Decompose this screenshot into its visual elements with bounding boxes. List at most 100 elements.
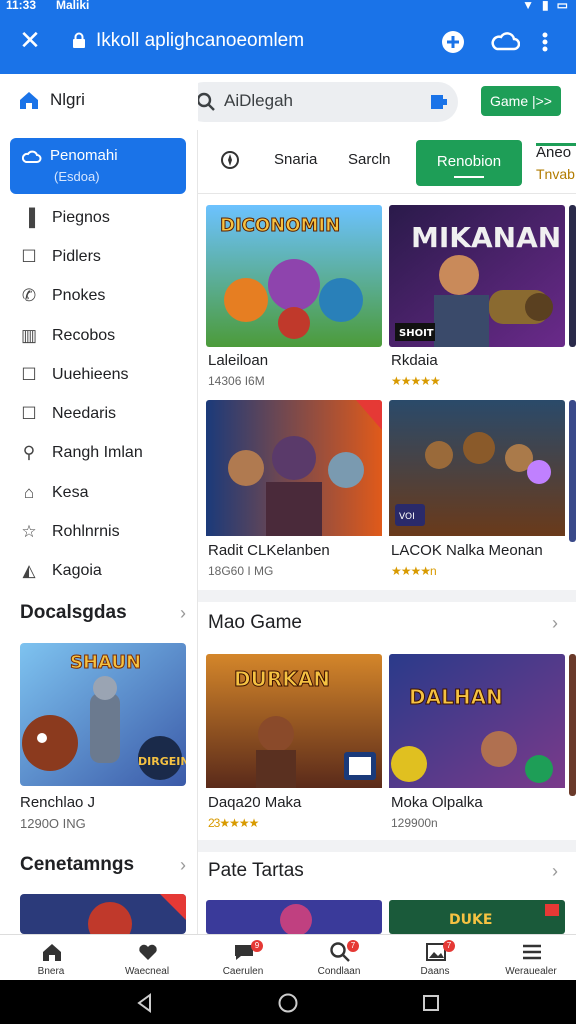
recents-icon[interactable] xyxy=(420,992,442,1014)
game-thumbnail[interactable] xyxy=(569,654,576,796)
tab-active[interactable]: Renobion xyxy=(416,140,522,186)
nav-label: Daans xyxy=(420,966,450,977)
search-icon xyxy=(196,92,215,111)
url-text[interactable]: Ikkoll aplighcanoeomlem xyxy=(96,30,304,52)
game-title[interactable]: Rkdaia xyxy=(391,352,438,369)
nav-item-favorites[interactable]: Waecneal xyxy=(99,935,195,981)
game-title[interactable]: Renchlao J xyxy=(20,794,95,811)
sidebar-header[interactable]: Nlgri xyxy=(18,90,85,110)
search-bar[interactable]: AiDlegah xyxy=(184,82,458,122)
game-thumbnail[interactable]: SHAUN DIRGEIN xyxy=(20,643,186,786)
sidebar-item-label: Rangh Imlan xyxy=(52,444,143,462)
tab-more[interactable]: Aneo Tnvab xyxy=(532,140,576,186)
game-thumbnail[interactable] xyxy=(206,400,382,542)
sidebar-item[interactable]: ✆ Pnokes xyxy=(0,277,198,316)
sidebar-section-header[interactable]: Docalsgdas › xyxy=(20,602,186,624)
nav-item-home[interactable]: Bnera xyxy=(3,935,99,981)
tab-sarcln[interactable]: Sarcln xyxy=(348,151,391,168)
nav-item-images[interactable]: 7 Daans xyxy=(387,935,483,981)
home-button-icon[interactable] xyxy=(277,992,299,1014)
nav-item-menu[interactable]: Werauealer xyxy=(483,935,576,981)
game-thumbnail[interactable] xyxy=(569,400,576,542)
close-icon[interactable]: ✕ xyxy=(16,26,44,54)
compass-icon[interactable] xyxy=(220,150,240,170)
svg-text:DALHAN: DALHAN xyxy=(409,685,503,709)
game-thumbnail[interactable]: DURKAN xyxy=(206,654,382,796)
notification-badge: 9 xyxy=(251,940,263,952)
home-icon xyxy=(43,944,61,961)
nav-item-chat[interactable]: 9 Caerulen xyxy=(195,935,291,981)
trash-icon: ▥ xyxy=(20,325,38,345)
sidebar-item[interactable]: ▥ Recobos xyxy=(0,316,198,355)
chevron-right-icon: › xyxy=(180,854,186,875)
nav-item-search[interactable]: 7 Condlaan xyxy=(291,935,387,981)
tab-label: Renobion xyxy=(436,153,502,170)
sidebar-item[interactable]: ☐ Pidlers xyxy=(0,237,198,276)
bookmark-icon[interactable] xyxy=(430,93,448,111)
sidebar-header-label: Nlgri xyxy=(50,90,85,109)
game-art-image: DUKE xyxy=(389,900,565,934)
game-thumbnail[interactable]: VOI xyxy=(389,400,565,542)
sidebar-section-header[interactable]: Cenetamngs › xyxy=(20,854,186,876)
cloud-icon[interactable] xyxy=(490,28,520,56)
search-input[interactable]: AiDlegah xyxy=(224,91,293,111)
sidebar-item-label: Kagoia xyxy=(52,562,102,580)
game-thumbnail[interactable] xyxy=(569,205,576,347)
game-title[interactable]: Moka Olpalka xyxy=(391,794,483,811)
game-thumbnail[interactable]: DUKE xyxy=(389,900,565,934)
square-icon: ☐ xyxy=(21,246,37,266)
svg-text:DURKAN: DURKAN xyxy=(234,667,330,691)
sidebar-item-label: Pnokes xyxy=(52,287,106,305)
nav-label: Condlaan xyxy=(317,966,361,977)
system-navigation-bar xyxy=(0,980,576,1024)
book-icon: ▐ xyxy=(22,207,36,227)
home-icon: ⌂ xyxy=(23,482,35,502)
game-subtitle: 1290O ING xyxy=(20,816,86,831)
sidebar-item-sublabel: (Esdoa) xyxy=(54,169,100,184)
game-subtitle: 18G60 I MG xyxy=(208,564,274,578)
sidebar-list: ▐ Piegnos ☐ Pidlers ✆ Pnokes ▥ Recobos ☐ Uueh… xyxy=(0,198,198,591)
chevron-right-icon: › xyxy=(552,860,558,881)
tab-label: Tnvab xyxy=(536,166,575,182)
sidebar-item[interactable]: ☆ Rohlnrnis xyxy=(0,512,198,551)
svg-text:VOI: VOI xyxy=(399,512,415,522)
game-title[interactable]: LACOK Nalka Meonan xyxy=(391,542,543,559)
chevron-right-icon: › xyxy=(180,602,186,623)
game-title[interactable]: Laleiloan xyxy=(208,352,268,369)
section-separator xyxy=(198,840,576,852)
game-title[interactable]: Radit CLKelanben xyxy=(208,542,330,559)
sidebar-item[interactable]: ☐ Uuehieens xyxy=(0,355,198,394)
heart-icon xyxy=(139,944,157,960)
section-header[interactable]: Mao Game › xyxy=(208,612,558,634)
game-title[interactable]: Daqa20 Maka xyxy=(208,794,301,811)
sidebar: Nlgri Penomahi (Esdoa) ▐ Piegnos ☐ Pidlers… xyxy=(0,74,198,934)
game-thumbnail[interactable]: DALHAN xyxy=(389,654,565,796)
more-icon[interactable] xyxy=(538,28,552,56)
square-icon: ☐ xyxy=(21,364,37,384)
rating-stars: ★★★★★ xyxy=(391,374,441,388)
sidebar-item-active[interactable]: Penomahi (Esdoa) xyxy=(10,138,186,194)
tab-snaria[interactable]: Snaria xyxy=(274,151,317,168)
game-subtitle: 129900n xyxy=(391,816,438,830)
game-thumbnail[interactable] xyxy=(20,894,186,934)
sidebar-item[interactable]: ◭ Kagoia xyxy=(0,552,198,591)
notification-badge: 7 xyxy=(443,940,455,952)
status-carrier: Maliki xyxy=(56,0,90,12)
svg-text:DICONOMIN: DICONOMIN xyxy=(220,215,340,236)
signal-icon: ▮ xyxy=(542,0,549,12)
sidebar-item[interactable]: ▐ Piegnos xyxy=(0,198,198,237)
sidebar-item[interactable]: ⌂ Kesa xyxy=(0,473,198,512)
game-thumbnail[interactable]: DICONOMIN xyxy=(206,205,382,347)
status-time: 11:33 xyxy=(6,0,37,12)
sidebar-item[interactable]: ⚲ Rangh Imlan xyxy=(0,434,198,473)
game-art-image: DALHAN xyxy=(389,654,565,788)
sidebar-item-label: Needaris xyxy=(52,405,117,423)
sidebar-item[interactable]: ☐ Needaris xyxy=(0,394,198,433)
game-thumbnail[interactable] xyxy=(206,900,382,934)
add-icon[interactable] xyxy=(439,28,467,56)
game-thumbnail[interactable]: MIKANAN SHOIT xyxy=(389,205,565,347)
section-header[interactable]: Pate Tartas › xyxy=(208,860,558,882)
nav-label: Waecneal xyxy=(124,966,170,977)
game-button[interactable]: Game |>> xyxy=(481,86,561,116)
back-icon[interactable] xyxy=(134,992,156,1014)
